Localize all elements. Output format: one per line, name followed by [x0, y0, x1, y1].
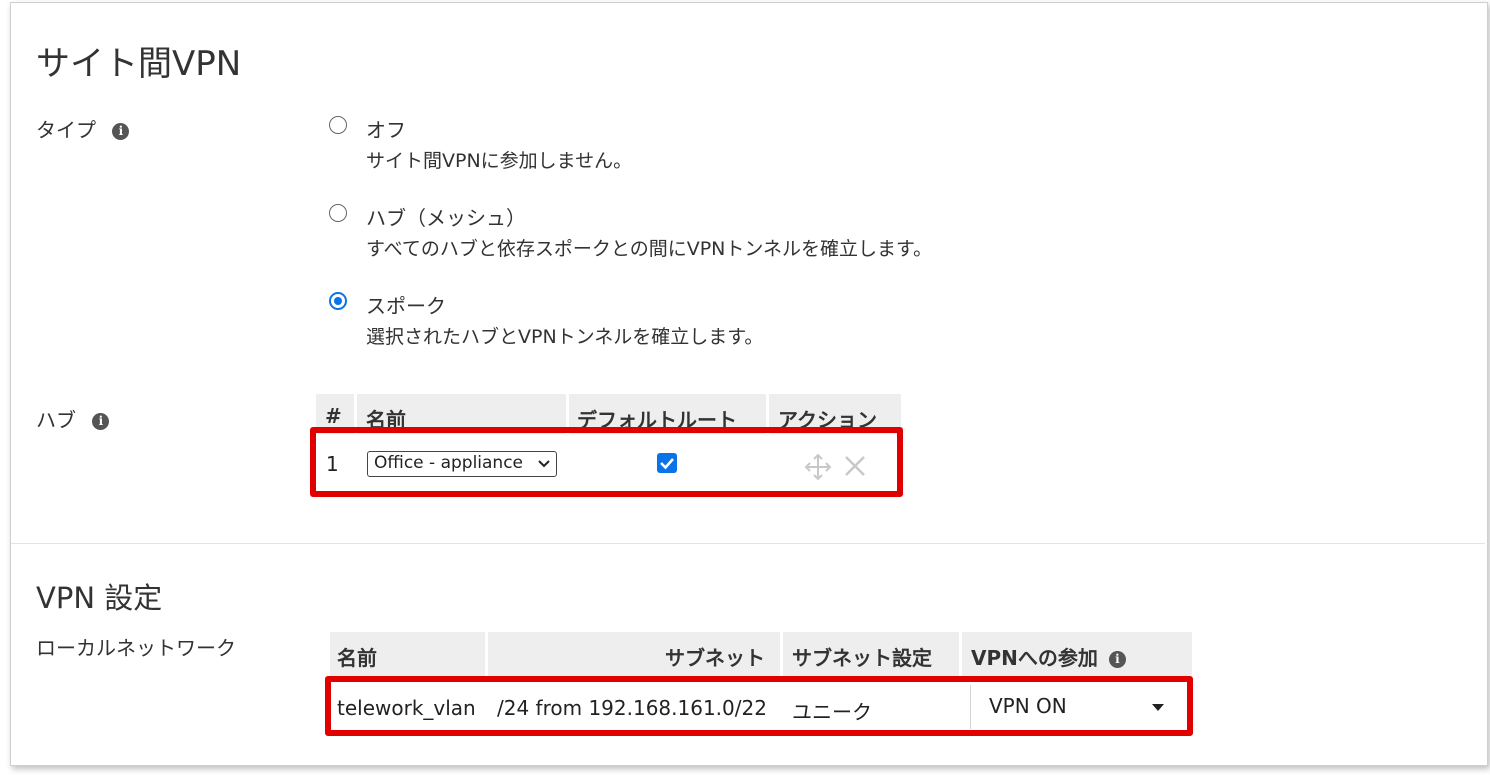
vpn-settings-title: VPN 設定	[36, 581, 163, 615]
page-title: サイト間VPN	[36, 44, 242, 84]
section-divider	[11, 543, 1485, 544]
radio-off[interactable]	[329, 116, 347, 134]
info-icon[interactable]: i	[1108, 651, 1126, 668]
radio-spoke[interactable]	[329, 292, 347, 310]
option-off-description: サイト間VPNに参加しません。	[366, 150, 633, 172]
radio-hub[interactable]	[329, 204, 347, 222]
network-col-vpn-participation: VPNへの参加 i	[962, 632, 1192, 676]
network-row-highlight	[325, 676, 1193, 736]
network-col-subnet-setting: サブネット設定	[783, 632, 959, 676]
hub-label-text: ハブ	[36, 408, 76, 432]
option-hub-description: すべてのハブと依存スポークとの間にVPNトンネルを確立します。	[366, 238, 933, 260]
option-spoke-description: 選択されたハブとVPNトンネルを確立します。	[366, 326, 764, 348]
info-icon[interactable]: i	[112, 123, 130, 140]
option-spoke-label: スポーク	[366, 294, 446, 318]
network-col-vpn-participation-text: VPNへの参加	[971, 646, 1098, 670]
type-label: タイプ i	[36, 114, 130, 143]
network-col-name: 名前	[330, 632, 485, 676]
option-hub-label: ハブ（メッシュ）	[366, 206, 526, 230]
network-col-subnet: サブネット	[488, 632, 780, 676]
local-network-label: ローカルネットワーク	[36, 636, 236, 660]
hub-label: ハブ i	[36, 404, 110, 433]
info-icon[interactable]: i	[92, 413, 110, 430]
type-label-text: タイプ	[36, 118, 96, 142]
option-off-label: オフ	[366, 118, 406, 142]
hub-row-highlight	[310, 427, 903, 497]
